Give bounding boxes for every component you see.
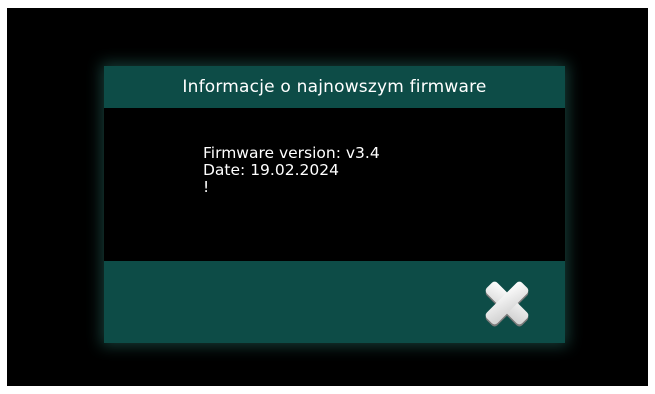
device-screen: Informacje o najnowszym firmware Firmwar… [7,8,648,386]
firmware-date-line: Date: 19.02.2024 [203,161,339,179]
firmware-info-dialog: Informacje o najnowszym firmware Firmwar… [104,66,565,343]
dialog-footer [104,261,565,343]
dialog-header: Informacje o najnowszym firmware [104,66,565,108]
close-x-icon [485,281,529,327]
dialog-body: Firmware version: v3.4 Date: 19.02.2024 … [104,108,565,261]
firmware-version-line: Firmware version: v3.4 [203,144,380,162]
firmware-extra-line: ! [203,178,210,196]
dialog-title: Informacje o najnowszym firmware [182,77,487,97]
firmware-info-text: Firmware version: v3.4 Date: 19.02.2024 … [203,145,380,196]
close-button[interactable] [479,275,535,331]
